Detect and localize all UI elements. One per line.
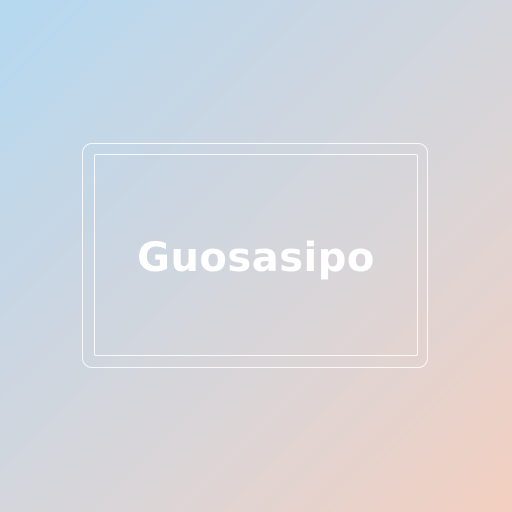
card-title: Guosasipo (137, 235, 375, 281)
